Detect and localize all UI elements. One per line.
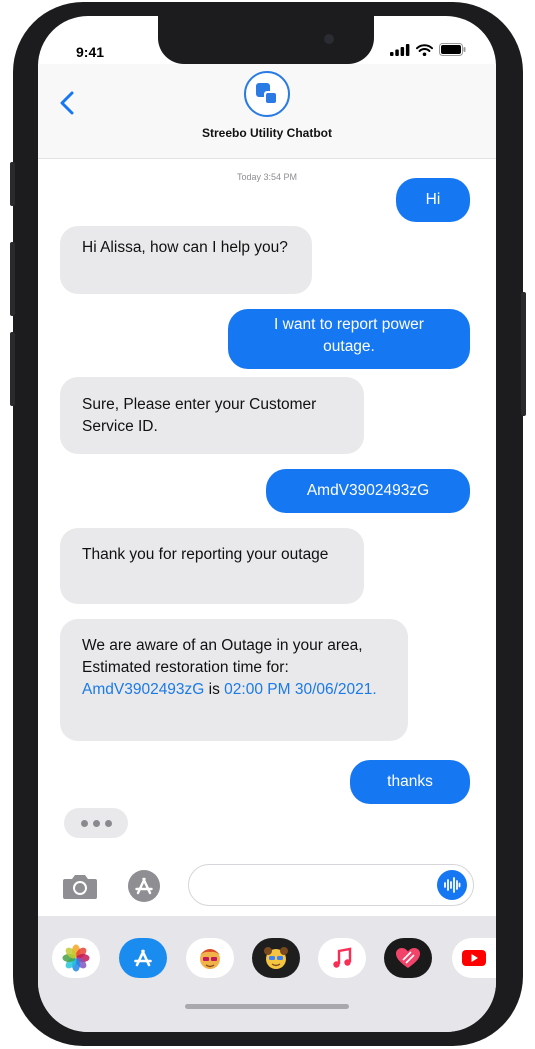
volume-up-button — [10, 242, 15, 316]
message-text: We are aware of an Outage in your area, … — [82, 637, 363, 676]
customer-id-link[interactable]: AmdV3902493zG — [82, 681, 204, 698]
chat-header: Streebo Utility Chatbot — [38, 64, 496, 159]
chatbot-avatar[interactable] — [244, 71, 290, 117]
power-button — [521, 292, 526, 416]
youtube-app-button[interactable] — [452, 938, 496, 978]
back-button[interactable] — [52, 86, 82, 120]
message-text: Thank you for reporting your outage — [82, 546, 329, 563]
message-input-field[interactable] — [188, 864, 474, 906]
cellular-signal-icon — [390, 43, 410, 56]
typing-dot — [92, 819, 100, 827]
battery-icon — [439, 43, 466, 56]
camera-button[interactable] — [58, 868, 102, 904]
typing-dot — [80, 819, 88, 827]
message-bubble-outgoing[interactable]: thanks — [350, 760, 470, 804]
status-time: 9:41 — [76, 44, 105, 60]
front-camera — [324, 34, 334, 44]
volume-down-button — [10, 332, 15, 406]
memoji-stickers-icon — [264, 947, 288, 969]
app-store-icon — [128, 870, 160, 902]
camera-icon — [63, 875, 97, 899]
chatbot-logo-icon — [256, 83, 278, 105]
memoji-stickers-app-button[interactable] — [252, 938, 300, 978]
status-icons — [390, 43, 466, 56]
memoji-app-button[interactable] — [186, 938, 234, 978]
message-bubble-outgoing[interactable]: Hi — [396, 178, 470, 222]
message-text: AmdV3902493zG — [306, 482, 430, 499]
message-text: thanks — [387, 773, 433, 790]
typing-dot — [104, 819, 112, 827]
notch — [158, 16, 374, 64]
message-bubble-outgoing[interactable]: AmdV3902493zG — [266, 469, 470, 513]
youtube-icon — [462, 950, 486, 966]
mute-switch — [10, 162, 15, 206]
message-text: Sure, Please enter your Customer Service… — [82, 396, 317, 435]
memoji-icon — [200, 949, 220, 969]
typing-indicator — [64, 808, 128, 838]
app-store-app-button[interactable] — [119, 938, 167, 978]
message-bubble-outgoing[interactable]: I want to report power outage. — [228, 309, 470, 369]
music-icon — [333, 947, 352, 968]
photos-app-button[interactable] — [52, 938, 100, 978]
home-indicator[interactable] — [185, 1004, 349, 1009]
app-tray — [38, 916, 496, 1032]
digital-touch-icon — [396, 948, 420, 968]
message-input-bar — [38, 858, 496, 914]
audio-waveform-icon — [444, 877, 461, 893]
message-bubble-incoming[interactable]: Sure, Please enter your Customer Service… — [60, 377, 364, 454]
phone-screen: 9:41 Streebo Utility Chatbot Today 3:54 … — [38, 16, 496, 1032]
digital-touch-app-button[interactable] — [384, 938, 432, 978]
photos-icon — [62, 944, 90, 972]
chevron-left-icon — [60, 91, 74, 115]
wifi-icon — [416, 43, 433, 56]
message-bubble-incoming[interactable]: Hi Alissa, how can I help you? — [60, 226, 312, 294]
app-store-button[interactable] — [124, 868, 164, 904]
message-text: Hi — [425, 191, 441, 208]
chat-title[interactable]: Streebo Utility Chatbot — [38, 126, 496, 140]
message-bubble-incoming[interactable]: Thank you for reporting your outage — [60, 528, 364, 604]
message-bubble-incoming[interactable]: We are aware of an Outage in your area, … — [60, 619, 408, 741]
audio-record-button[interactable] — [437, 870, 467, 900]
restoration-time-link[interactable]: 02:00 PM 30/06/2021. — [224, 681, 377, 698]
app-store-icon — [134, 949, 152, 967]
message-text: Hi Alissa, how can I help you? — [82, 239, 288, 256]
message-text: is — [204, 681, 225, 698]
music-app-button[interactable] — [318, 938, 366, 978]
message-text: I want to report power outage. — [274, 316, 424, 355]
